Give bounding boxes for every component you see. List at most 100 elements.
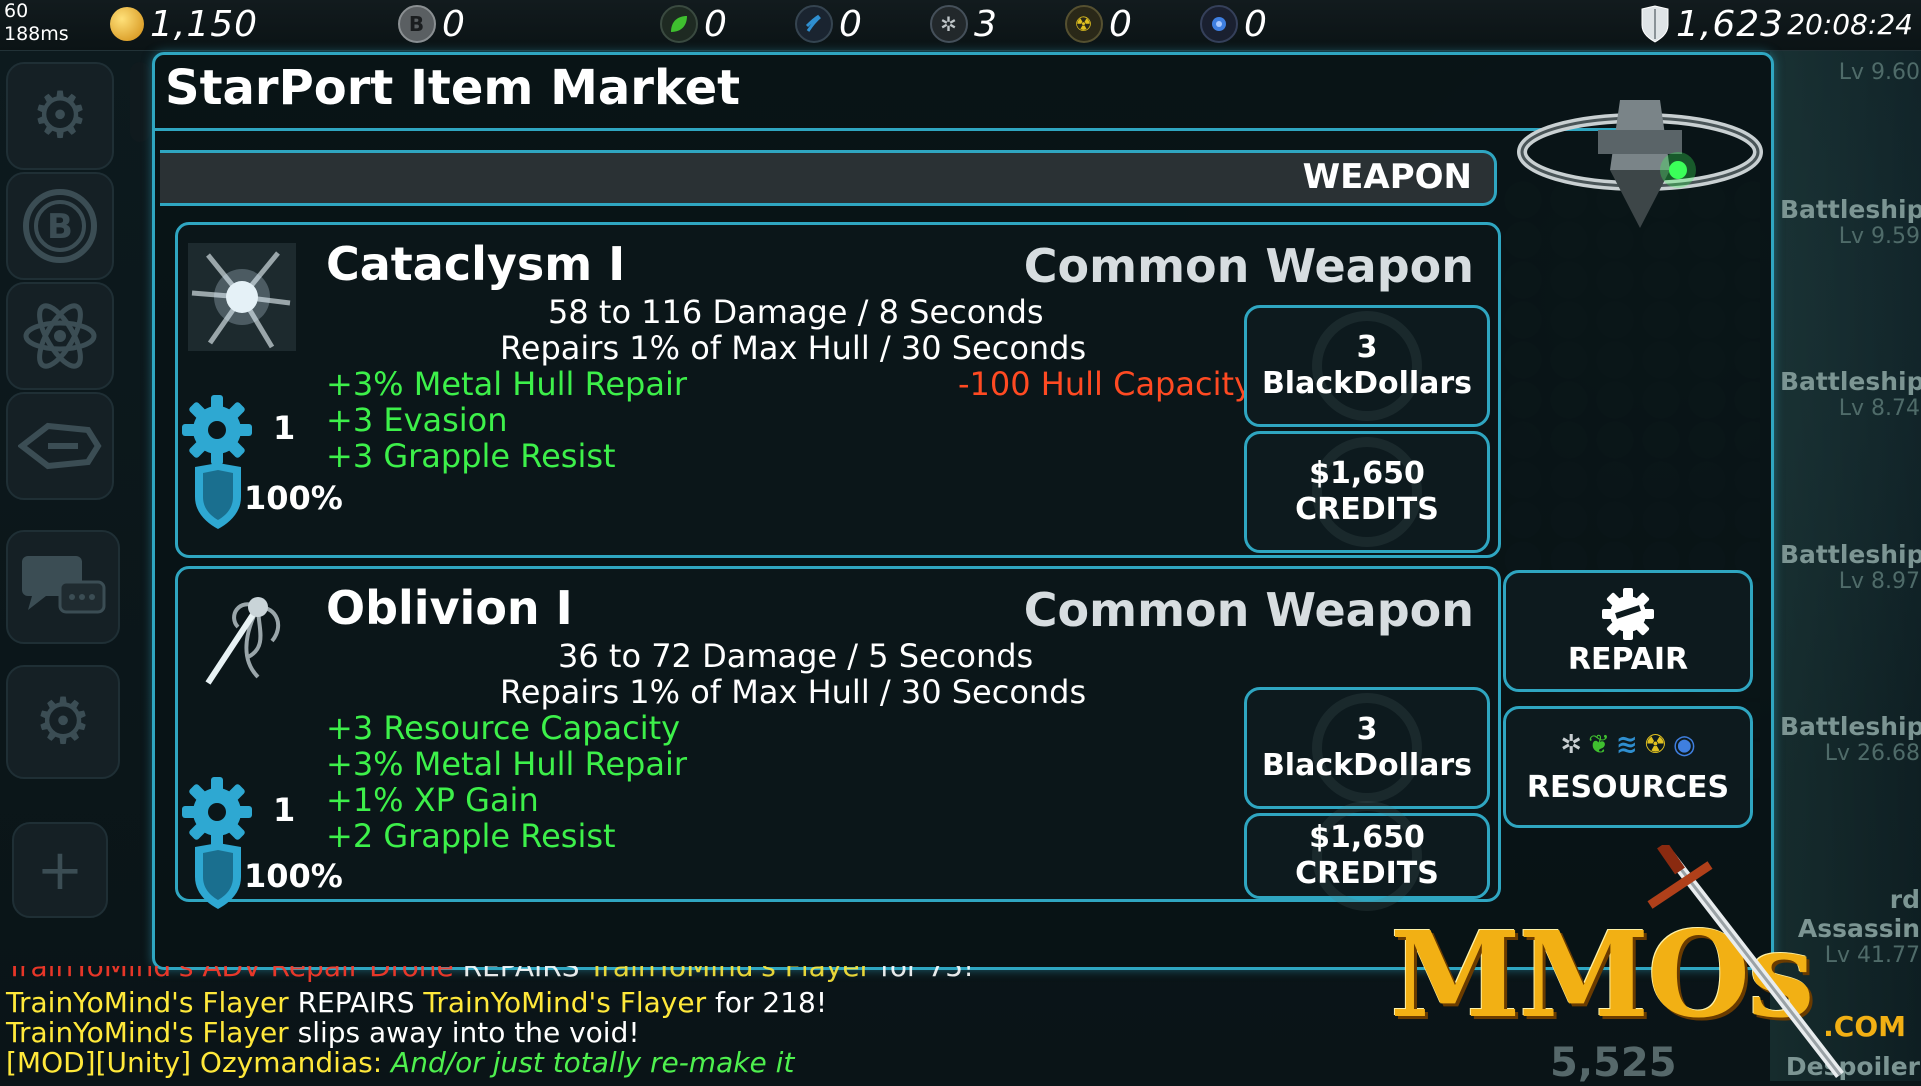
chat-source: TrainYoMind's Flayer [6, 986, 289, 1019]
buy-blackdollars-button[interactable]: 3 BlackDollars [1244, 305, 1490, 427]
radioactive-icon: ☢ [1643, 729, 1667, 760]
item-level: 1 [273, 791, 296, 829]
item-condition: 100% [244, 857, 343, 895]
chat-source: TrainYoMind's ADV Repair Drone [6, 966, 454, 983]
repair-gear-icon [1602, 587, 1654, 640]
chat-log[interactable]: TrainYoMind's ADV Repair Drone REPAIRS T… [6, 966, 1406, 1078]
fleet-level: Lv 9.60 [1838, 60, 1920, 85]
blackdollar-coin-icon: B [23, 189, 97, 263]
sidebar-ship-config-button[interactable]: ⚙ [6, 62, 114, 170]
item-bonus: +3 Evasion [326, 401, 508, 439]
sidebar-edge [130, 62, 150, 142]
fleet-level: Lv 8.97 [1838, 569, 1920, 594]
item-bonus: +3% Metal Hull Repair [326, 365, 688, 403]
item-damage-stat: 58 to 116 Damage / 8 Seconds [548, 293, 1044, 331]
crystal-icon: ◉ [1673, 729, 1696, 760]
price-unit: BlackDollars [1261, 366, 1473, 401]
chat-text: REPAIRS [453, 966, 589, 983]
organic-resource[interactable]: 0 [660, 4, 728, 45]
metal-icon: ✲ [1560, 729, 1583, 760]
item-damage-stat: 36 to 72 Damage / 5 Seconds [558, 637, 1034, 675]
sidebar-blackdollars-button[interactable]: B [6, 172, 114, 280]
ship-icon [18, 422, 102, 470]
oblivion-weapon-icon [205, 597, 281, 685]
radioactive-resource[interactable]: ☢ 0 [1065, 3, 1133, 45]
clock: 20:08:24 [1787, 8, 1913, 41]
metal-value: 3 [974, 3, 998, 45]
sidebar-research-button[interactable] [6, 282, 114, 390]
item-condition-shield-icon [195, 843, 241, 909]
price-amount: 3 [1356, 330, 1378, 365]
price-unit: CREDITS [1295, 492, 1439, 527]
credits-resource[interactable]: 1,150 [110, 3, 259, 45]
fleet-ship-name: Battleship [1780, 195, 1921, 224]
sidebar-settings-button[interactable]: ⚙ [6, 665, 120, 779]
ping-counter: 188ms [4, 23, 69, 45]
hull-resource[interactable]: 1,623 [1640, 4, 1784, 45]
mmos-watermark-logo: MMOs .COM [1390, 845, 1910, 1079]
item-card-cataclysm[interactable]: Cataclysm I Common Weapon 58 to 116 Dama… [175, 222, 1501, 558]
repair-button[interactable]: REPAIR [1503, 570, 1753, 692]
resources-label: RESOURCES [1526, 769, 1730, 805]
fleet-row[interactable]: Battleship Lv 26.68 [1780, 712, 1921, 766]
item-repair-stat: Repairs 1% of Max Hull / 30 Seconds [500, 673, 1087, 711]
organic-leaf-icon: ❦ [1588, 729, 1610, 760]
item-bonus: +3 Grapple Resist [326, 437, 616, 475]
radioactive-value: 0 [1109, 3, 1133, 45]
sword-icon [1647, 845, 1844, 1079]
gas-value: 0 [839, 3, 863, 45]
fleet-row[interactable]: Battleship Lv 9.59 [1780, 195, 1921, 249]
gears-icon: ⚙ [34, 685, 92, 759]
metal-resource[interactable]: ✲ 3 [930, 3, 998, 45]
title-divider [155, 128, 1655, 131]
chat-mod-message: And/or just totally re-make it [391, 1046, 795, 1079]
item-repair-stat: Repairs 1% of Max Hull / 30 Seconds [500, 329, 1087, 367]
repair-label: REPAIR [1567, 641, 1689, 677]
buy-credits-button[interactable]: $1,650 CREDITS [1244, 801, 1490, 911]
chat-text: for 75! [871, 966, 975, 983]
buy-blackdollars-button[interactable]: 3 BlackDollars [1244, 687, 1490, 809]
resources-button[interactable]: ✲ ❦ ≋ ☢ ◉ RESOURCES [1503, 706, 1753, 828]
gas-icon: ≋ [1615, 729, 1638, 760]
item-image [188, 243, 296, 351]
chat-line: TrainYoMind's Flayer REPAIRS TrainYoMind… [6, 988, 1406, 1018]
sidebar-add-button[interactable]: + [12, 822, 108, 918]
sidebar-chat-button[interactable] [6, 530, 120, 644]
item-card-oblivion[interactable]: Oblivion I Common Weapon 36 to 72 Damage… [175, 566, 1501, 911]
gas-resource[interactable]: 0 [795, 3, 863, 45]
fleet-level: Lv 9.59 [1838, 224, 1920, 249]
gear-wrench-icon: ⚙ [31, 79, 89, 153]
sidebar-fleet-button[interactable] [6, 392, 114, 500]
price-amount: $1,650 [1309, 456, 1425, 491]
chat-line: TrainYoMind's ADV Repair Drone REPAIRS T… [6, 966, 1406, 988]
fleet-row[interactable]: Lv 9.60 [1780, 60, 1920, 85]
resource-icons: ✲ ❦ ≋ ☢ ◉ [1560, 730, 1695, 760]
chat-line: TrainYoMind's Flayer slips away into the… [6, 1018, 1406, 1048]
price-amount: $1,650 [1309, 820, 1425, 855]
category-label: WEAPON [1302, 157, 1472, 197]
item-level-gear-icon [182, 777, 252, 847]
blackdollars-resource[interactable]: B 0 [398, 3, 466, 45]
category-tab-weapon[interactable]: WEAPON [160, 150, 1497, 206]
fleet-ship-name: Battleship [1780, 540, 1921, 569]
fleet-row[interactable]: Battleship Lv 8.97 [1780, 540, 1921, 594]
chat-bubble-icon [22, 556, 106, 614]
fleet-ship-name: Battleship [1780, 712, 1921, 741]
fleet-row[interactable]: Battleship Lv 8.74 [1780, 367, 1921, 421]
crystal-resource[interactable]: 0 [1200, 4, 1268, 45]
item-name: Cataclysm I [326, 237, 626, 291]
svg-text:B: B [47, 207, 73, 247]
item-condition-shield-icon [195, 463, 241, 529]
item-image [188, 587, 296, 695]
blackdollars-value: 0 [442, 3, 466, 45]
chat-target: TrainYoMind's Flayer [588, 966, 872, 983]
buy-credits-button[interactable]: $1,650 CREDITS [1244, 431, 1490, 553]
page-title: StarPort Item Market [165, 60, 741, 116]
credits-value: 1,150 [150, 3, 259, 45]
fps-counter: 60 [4, 0, 29, 22]
crystal-icon [1200, 5, 1238, 43]
chat-target: TrainYoMind's Flayer [423, 986, 707, 1019]
item-name: Oblivion I [326, 581, 573, 635]
resource-bar: 60 188ms 1,150 B 0 0 0 ✲ 3 ☢ 0 0 1,623 2… [0, 0, 1921, 51]
fleet-level: Lv 26.68 [1824, 741, 1920, 766]
